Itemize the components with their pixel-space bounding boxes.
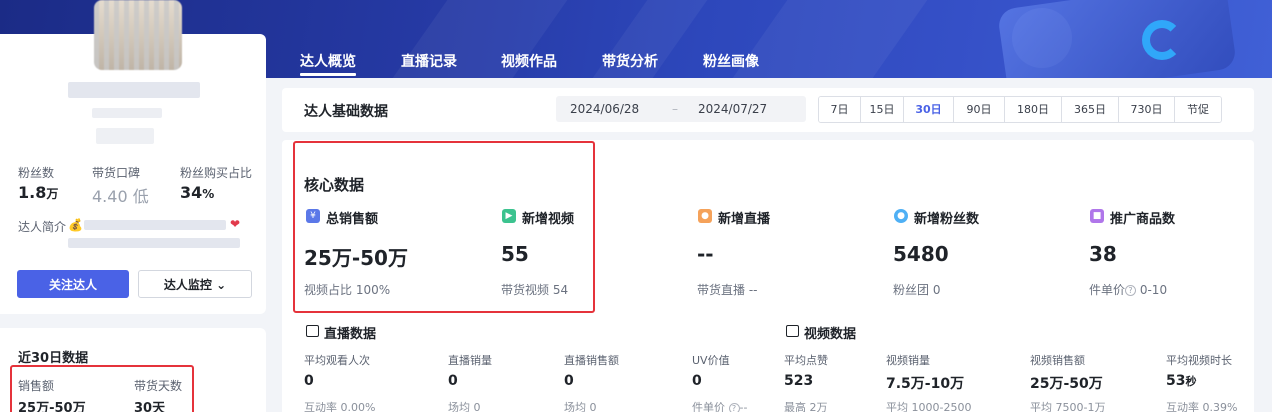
help-icon[interactable]: ? xyxy=(728,402,740,412)
uv-value-sub: 件单价 ? -- xyxy=(692,401,748,412)
video-sales-volume-sub: 平均 1000-2500 xyxy=(886,401,972,412)
live-stream-icon: ● xyxy=(698,209,712,223)
uv-value-label: UV价值 xyxy=(692,354,730,367)
period-180d[interactable]: 180日 xyxy=(1005,97,1062,122)
video-sales-amount-value: 25万-50万 xyxy=(1030,376,1103,392)
chevron-down-icon: ⌄ xyxy=(216,277,227,292)
period-selector: 7日 15日 30日 90日 180日 365日 730日 节促 xyxy=(818,96,1222,123)
date-range-picker[interactable]: 2024/06/28 – 2024/07/27 xyxy=(556,96,806,122)
period-365d[interactable]: 365日 xyxy=(1062,97,1119,122)
fan-purchase-label: 粉丝购买占比 xyxy=(180,166,253,180)
live-camera-icon xyxy=(306,325,319,337)
new-fans-sub: 粉丝团 0 xyxy=(893,283,941,297)
profile-name-blurred xyxy=(68,82,200,98)
period-7d[interactable]: 7日 xyxy=(819,97,861,122)
heart-icon: ❤ xyxy=(230,217,241,231)
period-15d[interactable]: 15日 xyxy=(861,97,904,122)
live-sales-amount-sub: 场均 0 xyxy=(564,401,597,412)
date-start: 2024/06/28 xyxy=(570,102,640,116)
tab-live-records[interactable]: 直播记录 xyxy=(401,51,457,71)
last30-title: 近30日数据 xyxy=(18,351,89,366)
period-730d[interactable]: 730日 xyxy=(1119,97,1175,122)
video-avg-likes-sub: 最高 2万 xyxy=(784,401,828,412)
live-sales-volume-label: 直播销量 xyxy=(448,354,492,367)
promo-goods-value: 38 xyxy=(1089,242,1117,266)
video-calendar-icon xyxy=(786,325,799,337)
intro-label: 达人简介 xyxy=(18,220,67,234)
help-icon[interactable]: ? xyxy=(1125,285,1137,296)
live-data-title: 直播数据 xyxy=(324,327,377,342)
period-promo[interactable]: 节促 xyxy=(1175,97,1221,122)
basic-data-header: 达人基础数据 2024/06/28 – 2024/07/27 7日 15日 30… xyxy=(282,88,1254,132)
live-avg-views-value: 0 xyxy=(304,373,314,389)
new-live-sub: 带货直播 -- xyxy=(697,283,758,297)
promo-goods-sub: 件单价? 0-10 xyxy=(1089,283,1168,297)
period-90d[interactable]: 90日 xyxy=(954,97,1005,122)
fans-label: 粉丝数 xyxy=(18,166,55,180)
video-avg-likes-label: 平均点赞 xyxy=(784,354,828,367)
uv-value-value: 0 xyxy=(692,373,702,389)
fans-value: 1.8万 xyxy=(18,183,59,202)
video-data-title: 视频数据 xyxy=(804,327,857,342)
live-sales-volume-sub: 场均 0 xyxy=(448,401,481,412)
avatar[interactable] xyxy=(94,0,182,70)
live-sales-volume-value: 0 xyxy=(448,373,458,389)
promo-goods-label: 推广商品数 xyxy=(1110,212,1176,227)
live-sales-amount-value: 0 xyxy=(564,373,574,389)
monitor-button[interactable]: 达人监控 ⌄ xyxy=(138,270,252,298)
basic-data-title: 达人基础数据 xyxy=(304,104,388,120)
highlight-box-last30 xyxy=(10,365,194,412)
live-avg-views-label: 平均观看人次 xyxy=(304,354,370,367)
new-live-value: -- xyxy=(697,242,714,266)
tab-video-works[interactable]: 视频作品 xyxy=(501,51,557,71)
banner-card-illustration xyxy=(996,0,1238,78)
live-sales-amount-label: 直播销售额 xyxy=(564,354,619,367)
video-avg-likes-value: 523 xyxy=(784,373,814,389)
video-avg-duration-value: 53秒 xyxy=(1166,373,1197,389)
video-sales-volume-label: 视频销量 xyxy=(886,354,930,367)
shopping-bag-icon: ■ xyxy=(1090,209,1104,223)
new-live-label: 新增直播 xyxy=(718,212,771,227)
follow-button[interactable]: 关注达人 xyxy=(17,270,129,298)
date-separator: – xyxy=(672,102,678,116)
video-sales-volume-value: 7.5万-10万 xyxy=(886,376,965,392)
profile-card: 粉丝数 1.8万 带货口碑 4.40 低 粉丝购买占比 34% 达人简介 💰 ❤… xyxy=(0,0,266,314)
period-30d[interactable]: 30日 xyxy=(904,97,954,122)
live-avg-views-sub: 互动率 0.00% xyxy=(304,401,376,412)
video-sales-amount-label: 视频销售额 xyxy=(1030,354,1085,367)
tab-sales-analysis[interactable]: 带货分析 xyxy=(602,51,658,71)
intro-text-blurred xyxy=(84,220,226,230)
video-sales-amount-sub: 平均 7500-1万 xyxy=(1030,401,1106,412)
new-fans-label: 新增粉丝数 xyxy=(914,212,980,227)
fan-purchase-value: 34% xyxy=(180,183,215,202)
tab-fan-profile[interactable]: 粉丝画像 xyxy=(703,51,759,71)
reputation-label: 带货口碑 xyxy=(92,166,141,180)
video-avg-duration-sub: 互动率 0.39% xyxy=(1166,401,1238,412)
video-avg-duration-label: 平均视频时长 xyxy=(1166,354,1232,367)
tab-overview[interactable]: 达人概览 xyxy=(300,51,356,76)
new-fans-value: 5480 xyxy=(893,242,949,266)
highlight-box-core xyxy=(293,141,595,313)
date-end: 2024/07/27 xyxy=(698,102,768,116)
reputation-value: 4.40 低 xyxy=(92,187,149,206)
banner-logo-icon xyxy=(1142,20,1182,60)
user-icon: ● xyxy=(894,209,908,223)
money-bag-icon: 💰 xyxy=(68,218,83,232)
